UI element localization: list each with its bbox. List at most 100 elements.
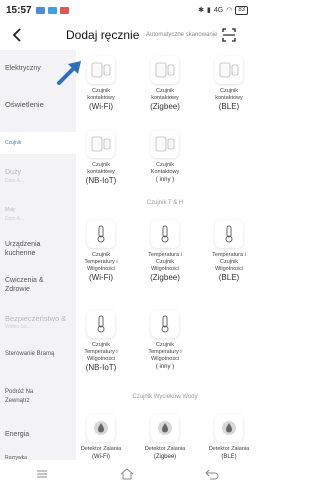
pointer-arrow-icon bbox=[57, 61, 81, 85]
sidebar-item-sub: Dom A... bbox=[5, 178, 25, 184]
device-card-temp-zigbee[interactable]: Temperatura i Czujnik Wilgotności (Zigbe… bbox=[144, 220, 186, 282]
device-card-contact-zigbee[interactable]: Czujnik kontaktowy (Zigbee) bbox=[144, 56, 186, 111]
app-notification-icon bbox=[47, 6, 57, 14]
chevron-left-icon bbox=[12, 28, 21, 42]
device-label: Detektor Zalania bbox=[80, 446, 122, 452]
device-card-temp-wifi[interactable]: Czujnik Temperatury i Wilgotności (Wi-Fi… bbox=[80, 220, 122, 282]
menu-icon bbox=[37, 470, 48, 478]
navigation-bar bbox=[0, 462, 254, 486]
device-label: Czujnik Temperatury i Wilgotności bbox=[148, 342, 182, 362]
device-protocol: (BLE) bbox=[218, 102, 240, 111]
contact-sensor-icon bbox=[87, 56, 115, 84]
sidebar-item-sub: Dom A... bbox=[5, 216, 25, 222]
sidebar-item-sub: Wideo Su... bbox=[5, 324, 31, 330]
sidebar-item-energia[interactable]: Energia bbox=[0, 430, 76, 439]
sidebar-item-duzy[interactable]: Duży Dom A... bbox=[0, 168, 76, 186]
device-label: Czujnik kontaktowy bbox=[151, 88, 179, 101]
sidebar-item-podroz[interactable]: Podróż Na Zewnątrz bbox=[0, 388, 58, 406]
device-protocol: (Zigbee) bbox=[150, 102, 180, 111]
device-protocol: ( inny ) bbox=[155, 364, 175, 370]
device-label: Temperatura i Czujnik Wilgotności bbox=[148, 252, 182, 272]
contact-sensor-icon bbox=[151, 56, 179, 84]
wifi-icon: ◠ bbox=[226, 7, 233, 14]
device-protocol: (Wi-Fi) bbox=[89, 102, 113, 111]
status-time: 15:57 bbox=[6, 4, 32, 16]
battery-icon: 83 bbox=[235, 5, 248, 15]
device-card-temp-ble[interactable]: Temperatura i Czujnik Wilgotności (BLE) bbox=[208, 220, 250, 282]
device-protocol: (NB-IoT) bbox=[85, 176, 117, 185]
autoscan-label[interactable]: Automatyczne skanowanie bbox=[146, 32, 217, 38]
device-label: Czujnik kontaktowy bbox=[215, 88, 243, 101]
thermometer-icon bbox=[87, 310, 115, 338]
status-bar: 15:57 ✱ ▮ 4G ◠ 83 bbox=[0, 0, 254, 20]
sidebar-item-sterowanie[interactable]: Sterowanie Bramą bbox=[0, 350, 55, 359]
status-right: ✱ ▮ 4G ◠ 83 bbox=[198, 5, 248, 15]
device-card-contact-wifi[interactable]: Czujnik kontaktowy (Wi-Fi) bbox=[80, 56, 122, 111]
sidebar-item-czujnik[interactable]: Czujnik bbox=[0, 132, 76, 154]
sidebar-item-label: Energia bbox=[5, 431, 30, 438]
device-label: Czujnik Temperatury i Wilgotności bbox=[84, 252, 118, 272]
recent-apps-button[interactable] bbox=[30, 466, 54, 482]
device-label: Temperatura i Czujnik Wilgotności bbox=[212, 252, 246, 272]
contact-sensor-icon bbox=[87, 130, 115, 158]
sidebar-item-label: Podróż Na Zewnątrz bbox=[5, 389, 34, 404]
device-card-temp-other[interactable]: Czujnik Temperatury i Wilgotności ( inny… bbox=[144, 310, 186, 372]
device-label: Czujnik kontaktowy bbox=[87, 88, 115, 101]
device-card-water-wifi[interactable]: Detektor Zalania (Wi-Fi) bbox=[80, 414, 122, 462]
back-button[interactable] bbox=[6, 24, 28, 46]
home-button[interactable] bbox=[115, 466, 139, 482]
device-card-contact-other[interactable]: Czujnik Kontaktowy ( inny ) bbox=[144, 130, 186, 185]
device-protocol: (BLE) bbox=[218, 273, 240, 282]
app-notification-icon bbox=[35, 6, 45, 14]
device-card-contact-nbiot[interactable]: Czujnik kontaktowy (NB-IoT) bbox=[80, 130, 122, 185]
contact-sensor-icon bbox=[215, 56, 243, 84]
water-drop-icon bbox=[151, 414, 179, 442]
sidebar-item-label: Rozrywka bbox=[5, 455, 27, 461]
device-protocol: (Zigbee) bbox=[150, 273, 180, 282]
sidebar-item-oswietlenie[interactable]: Oświetlenie bbox=[0, 100, 76, 110]
thermometer-icon bbox=[87, 220, 115, 248]
device-protocol: (Zigbee) bbox=[153, 454, 177, 460]
signal-icon: ▮ bbox=[207, 7, 211, 14]
sidebar-item-label: Oświetlenie bbox=[5, 100, 44, 109]
page-title: Dodaj ręcznie bbox=[66, 28, 140, 42]
sidebar-item-bezpieczenstwo[interactable]: Bezpieczeństwo & Wideo Su... bbox=[0, 314, 76, 332]
section-title-water: Czujnik Wycieków Wody bbox=[132, 394, 198, 400]
category-sidebar: Elektryczny Oświetlenie Czujnik Duży Dom… bbox=[0, 50, 76, 461]
device-label: Detektor Zalania bbox=[208, 446, 250, 452]
screen: 15:57 ✱ ▮ 4G ◠ 83 Dodaj ręcznie Automaty… bbox=[0, 0, 254, 486]
sidebar-item-cwiczenia[interactable]: Ćwiczenia & Zdrowie bbox=[0, 276, 62, 294]
sidebar-item-label: Elektryczny bbox=[5, 65, 41, 72]
sidebar-item-label: Duży bbox=[5, 169, 21, 176]
device-protocol: (BLE) bbox=[221, 454, 237, 460]
contact-sensor-icon bbox=[151, 130, 179, 158]
header: Dodaj ręcznie Automatyczne skanowanie bbox=[0, 22, 254, 48]
sidebar-item-label: Sterowanie Bramą bbox=[5, 351, 55, 357]
device-protocol: (NB-IoT) bbox=[85, 363, 117, 372]
device-list: Czujnik kontaktowy (Wi-Fi) Czujnik konta… bbox=[76, 50, 254, 460]
network-type: 4G bbox=[213, 6, 224, 14]
device-protocol: (Wi-Fi) bbox=[89, 273, 113, 282]
sidebar-item-label: Ćwiczenia & Zdrowie bbox=[5, 277, 44, 293]
thermometer-icon bbox=[151, 220, 179, 248]
thermometer-icon bbox=[151, 310, 179, 338]
device-card-water-zigbee[interactable]: Detektor Zalania (Zigbee) bbox=[144, 414, 186, 462]
device-label: Czujnik kontaktowy bbox=[87, 162, 115, 175]
section-title-temp: Czujnik T & H bbox=[146, 200, 184, 206]
sidebar-item-label: Czujnik bbox=[5, 140, 22, 146]
device-label: Czujnik Temperatury i Wilgotności bbox=[84, 342, 118, 362]
device-card-temp-nbiot[interactable]: Czujnik Temperatury i Wilgotności (NB-Io… bbox=[80, 310, 122, 372]
water-drop-icon bbox=[215, 414, 243, 442]
bluetooth-icon: ✱ bbox=[198, 7, 204, 14]
back-icon bbox=[204, 469, 219, 480]
scan-icon[interactable] bbox=[222, 28, 236, 42]
device-label: Czujnik Kontaktowy bbox=[150, 162, 180, 175]
sidebar-item-maly[interactable]: Mały Dom A... bbox=[0, 205, 76, 224]
device-protocol: (Wi-Fi) bbox=[92, 454, 110, 460]
back-nav-button[interactable] bbox=[200, 466, 224, 482]
sidebar-item-kuchenne[interactable]: Urządzenia kuchenne bbox=[0, 240, 62, 258]
sidebar-item-label: Bezpieczeństwo & bbox=[5, 314, 67, 323]
sidebar-item-label: Urządzenia kuchenne bbox=[5, 241, 41, 257]
device-card-contact-ble[interactable]: Czujnik kontaktowy (BLE) bbox=[208, 56, 250, 111]
device-card-water-ble[interactable]: Detektor Zalania (BLE) bbox=[208, 414, 250, 462]
